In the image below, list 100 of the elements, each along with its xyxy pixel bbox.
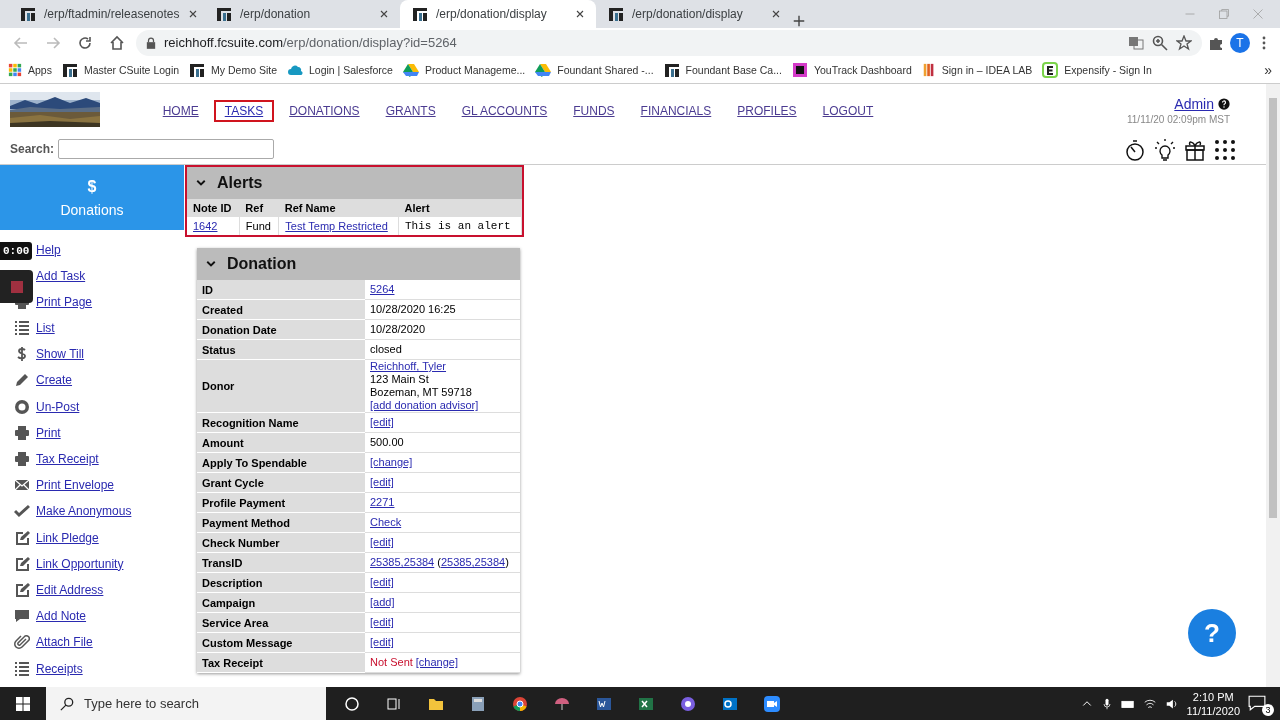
value-link[interactable]: 5264 <box>370 283 395 295</box>
outlook-icon[interactable] <box>722 695 738 712</box>
translate-icon[interactable] <box>1128 34 1144 51</box>
grid-icon[interactable] <box>1214 139 1236 161</box>
word-icon[interactable] <box>596 695 612 712</box>
windows-icon[interactable] <box>15 695 31 712</box>
sidebar-link[interactable]: Receipts <box>36 661 83 676</box>
help-icon[interactable] <box>1218 98 1230 110</box>
sidebar-link[interactable]: Print Page <box>36 294 93 309</box>
nav-link[interactable]: GL ACCOUNTS <box>450 100 559 122</box>
nav-link[interactable]: PROFILES <box>726 100 808 122</box>
value-link[interactable]: [change] <box>412 656 458 668</box>
value-link[interactable]: [edit] <box>370 576 394 588</box>
sidebar-link[interactable]: Help <box>36 242 61 257</box>
bookmark[interactable]: Apps <box>28 64 52 76</box>
value-link[interactable]: [edit] <box>370 476 394 488</box>
field-label: Campaign <box>197 592 365 613</box>
bookmark[interactable]: YouTrack Dashboard <box>813 64 912 76</box>
bookmark[interactable]: Foundant Base Ca... <box>685 64 782 76</box>
value-link[interactable]: 25385,25384 <box>370 556 435 568</box>
field-label: Custom Message <box>197 632 365 653</box>
lightbulb-icon[interactable] <box>1154 139 1176 161</box>
bookmark[interactable]: Login | Salesforce <box>309 64 393 76</box>
nav-link[interactable]: LOGOUT <box>811 100 885 122</box>
gift-icon[interactable] <box>1184 139 1206 161</box>
video-camera-icon[interactable] <box>764 695 780 712</box>
sidebar-link[interactable]: Edit Address <box>36 582 104 597</box>
browser-tab[interactable]: /erp/donation/display <box>400 0 596 28</box>
nav-link[interactable]: GRANTS <box>374 100 447 122</box>
value-link[interactable]: [edit] <box>370 636 394 648</box>
admin-link[interactable]: Admin <box>1174 96 1214 112</box>
notification-icon[interactable] <box>1248 693 1266 712</box>
scrollbar[interactable] <box>1266 84 1280 687</box>
chrome-icon[interactable] <box>512 695 528 712</box>
sidebar-link[interactable]: Link Opportunity <box>36 556 124 571</box>
value-link[interactable]: [add donation advisor] <box>370 399 479 411</box>
value-link[interactable]: Check <box>370 516 402 528</box>
table-link[interactable]: 1642 <box>193 220 218 232</box>
value-link[interactable]: [edit] <box>370 616 394 628</box>
value-link[interactable]: [edit] <box>370 536 394 548</box>
sidebar-link[interactable]: Show Till <box>36 347 85 362</box>
bookmark[interactable]: Sign in – IDEA LAB <box>941 64 1033 76</box>
browser-tab[interactable]: /erp/ftadmin/releasenotes <box>8 0 204 28</box>
column-header: Ref Name <box>278 199 399 217</box>
bookmark[interactable]: Foundant Shared -... <box>557 64 654 76</box>
calculator-icon[interactable] <box>470 695 486 712</box>
sidebar-link[interactable]: Create <box>36 373 73 388</box>
task-view-icon[interactable] <box>386 695 402 712</box>
sidebar-link[interactable]: Un-Post <box>36 399 80 414</box>
profile-avatar[interactable]: T <box>1230 32 1250 53</box>
clock-date[interactable]: 11/11/2020 <box>1186 703 1240 718</box>
zoom-icon[interactable] <box>1152 34 1168 51</box>
bookmark[interactable]: Product Manageme... <box>424 64 526 76</box>
clock-time[interactable]: 2:10 PM <box>1192 689 1234 704</box>
table-link[interactable]: Test Temp Restricted <box>285 220 388 232</box>
taskbar-search[interactable]: Type here to search <box>46 687 326 720</box>
field-label: Recognition Name <box>197 412 365 433</box>
cortana-icon[interactable] <box>344 695 360 712</box>
browser-tab[interactable]: /erp/donation <box>204 0 400 28</box>
search-field[interactable] <box>58 139 275 159</box>
excel-icon[interactable] <box>638 695 654 712</box>
sidebar-link[interactable]: Add Note <box>36 609 87 624</box>
sidebar-link[interactable]: Attach File <box>36 635 93 650</box>
help-button[interactable]: ? <box>1188 609 1236 657</box>
favicon-icon <box>216 6 232 22</box>
more-bookmarks[interactable]: » <box>1264 62 1272 78</box>
star-icon[interactable] <box>1176 34 1192 51</box>
home-icon[interactable] <box>109 34 125 51</box>
sidebar-link[interactable]: Add Task <box>36 268 86 283</box>
nav-link[interactable]: TASKS <box>213 100 275 122</box>
close-icon[interactable] <box>378 8 390 20</box>
address-bar[interactable]: reichhoff.fcsuite.com/erp/donation/display?id=5264 <box>136 29 1202 56</box>
new-tab-icon[interactable] <box>792 14 806 28</box>
nav-link[interactable]: FINANCIALS <box>629 100 723 122</box>
value-link[interactable]: 2271 <box>370 496 395 508</box>
sidebar-link[interactable]: Link Pledge <box>36 530 99 545</box>
value-link[interactable]: [add] <box>370 596 395 608</box>
value-link[interactable]: Reichhoff, Tyler <box>370 360 447 372</box>
sidebar-link[interactable]: List <box>36 321 55 336</box>
value-link[interactable]: [change] <box>370 456 413 468</box>
sidebar-link[interactable]: Print <box>36 425 61 440</box>
microphone-icon[interactable] <box>1100 697 1113 710</box>
umbrella-icon[interactable] <box>554 695 570 712</box>
bookmark[interactable]: My Demo Site <box>211 64 277 76</box>
sidebar-link[interactable]: Tax Receipt <box>36 452 99 466</box>
sidebar-link[interactable]: Make Anonymous <box>36 504 132 519</box>
nav-link[interactable]: HOME <box>151 100 210 122</box>
close-icon[interactable] <box>770 8 782 20</box>
bookmark[interactable]: Master CSuite Login <box>83 64 180 76</box>
sidebar-link[interactable]: Print Envelope <box>36 478 115 493</box>
panel-title: Donation <box>227 255 297 273</box>
close-icon[interactable] <box>574 8 586 20</box>
browser-tab[interactable]: /erp/donation/display <box>596 0 792 28</box>
value-link[interactable]: [edit] <box>370 416 394 428</box>
nav-link[interactable]: DONATIONS <box>278 100 371 122</box>
table-cell: Fund <box>239 217 279 235</box>
nav-link[interactable]: FUNDS <box>562 100 626 122</box>
bookmark[interactable]: Expensify - Sign In <box>1064 64 1152 76</box>
stopwatch-icon[interactable] <box>1124 139 1146 161</box>
reload-icon[interactable] <box>77 34 93 51</box>
